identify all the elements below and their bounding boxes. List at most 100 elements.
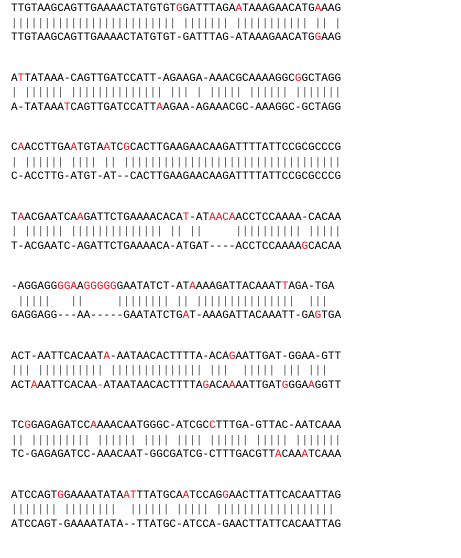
sequence-segment: TGTA [77,142,104,154]
match-line: ||||||||||||||||||||||||| ||||||| ||||||… [11,17,342,30]
sequence-segment: GGTT [314,379,342,392]
mismatch-base: G [24,420,31,432]
match-line: ||||| || |||||||| || ||||||||||||||| ||| [11,295,328,308]
mismatch-base: G [176,3,183,15]
subject-sequence-line: TC-GAGAGATCC-AAACAAT-GGCGATCG-CTTTGACGTT… [11,448,341,463]
subject-sequence-line: A-TATAAATCAGTTGATCCATTAAGAA-AGAAACGC-AAA… [11,101,341,116]
sequence-segment: ATCCAGT [11,489,58,502]
alignment-block: ATTATAAA-CAGTTGATCCATT-AGAAGA-AAACGCAAAA… [11,72,341,116]
mismatch-base: A [156,101,163,114]
sequence-segment: A-TATAAA [11,101,64,114]
sequence-segment: A [11,72,18,85]
sequence-segment: ACGAATCA [24,211,78,224]
sequence-segment: GAGAGATCC [30,420,91,432]
sequence-segment: T [11,211,18,224]
match-line: ||| |||||||||| |||||||||||||| ||| ||||| … [11,365,328,377]
sequence-segment: AAAGATTACAAAT [195,281,282,293]
sequence-segment: ACT-AATTCACAAT [11,350,104,363]
mismatch-base: GGGGG [83,281,117,293]
sequence-segment: GATTCTGAAAACACA [83,211,183,224]
sequence-segment: TTGTAAGCAGTTGAAAACTATGTGT-GATTTAG-ATAAAG… [11,32,315,44]
alignment-block: TCGGAGAGATCCAAAACAATGGGC-ATCGCCTTTGA-GTT… [11,419,341,463]
sequence-segment: AATTGAT-GGAA-GTT [235,350,342,363]
sequence-segment: GCTAGG [301,72,342,85]
sequence-segment: AACTTATTCACAATTAG [228,489,342,502]
subject-sequence-line: GAGGAGG---AA-----GAATATCTGAT-AAAGATTACAA… [11,309,341,324]
query-sequence-line: ATCCAGTGGAAAATATAATTTATGCAATCCAGGAACTTAT… [11,489,341,504]
sequence-segment: AAACAATGGGC-ATCGC [96,420,210,432]
sequence-segment: CAA [281,449,302,461]
mismatch-base: A [90,420,97,432]
sequence-segment: GATTTAGA [182,3,236,15]
sequence-segment: ATCCAGT-GAAAATATA--TTATGC-ATCCA-GAACTTAT… [11,518,342,531]
sequence-segment: T-ACGAATC-AGATTCTGAAAACA-ATGAT----ACCTCC… [11,240,302,253]
sequence-segment: TTTGA-GTTAC-AATCAAA [215,420,342,432]
subject-sequence-line: TTGTAAGCAGTTGAAAACTATGTGT-GATTTAG-ATAAAG… [11,31,341,46]
mismatch-base: C [209,420,216,432]
mismatch-base: A [308,379,315,392]
sequence-segment: CAGTTGATCCATT [70,101,157,114]
sequence-segment: GAGGAGG---AA-----GAATATCTG [11,310,183,322]
sequence-segment: TAAAGAACATG [242,3,315,15]
sequence-segment: C [11,142,18,154]
mismatch-base: AACA [209,211,236,224]
mismatch-base: G [57,489,64,502]
sequence-segment: TC-GAGAGATCC-AAACAAT-GGCGATCG-CTTTGACGTT [11,449,276,461]
sequence-segment: ATAATAACACTTTTA [103,379,203,392]
sequence-segment: GAAAATATA [63,489,124,502]
match-line: | |||||| |||| || |||||||||||||||||||||||… [11,156,342,169]
match-line: || ||||||||| |||||| |||| |||| |||||| |||… [11,434,342,447]
sequence-alignment: TTGTAAGCAGTTGAAAACTATGTGTGGATTTAGAATAAAG… [11,2,341,558]
sequence-segment: CACTTGAAGAACAAGATTTTATTCCGCGCCCG [129,142,342,154]
match-line: ||||||| |||||||| |||||| ||||| ||||||||||… [11,504,335,516]
subject-sequence-line: ACTAAATTCACAA-ATAATAACACTTTTAGACAAAATTGA… [11,379,341,394]
sequence-segment: GGA [288,379,309,392]
mismatch-base: A [189,281,196,293]
query-sequence-line: -AGGAGGGGAAGGGGGGAATATCT-ATAAAAGATTACAAA… [11,280,341,295]
alignment-block: ATCCAGTGGAAAATATAATTTATGCAATCCAGGAACTTAT… [11,489,341,533]
sequence-segment: AAG [321,32,342,44]
subject-sequence-line: T-ACGAATC-AGATTCTGAAAACA-ATGAT----ACCTCC… [11,240,341,255]
sequence-segment: AAG [321,3,342,15]
match-line: | |||||| |||||||||||||| || || ||||||||||… [11,226,342,238]
sequence-segment: TGA [321,310,342,322]
sequence-segment: A [77,281,84,293]
sequence-segment: ACT [11,379,31,392]
sequence-segment: CACAA [308,240,342,253]
sequence-segment: TTATGCA [136,489,183,502]
sequence-segment: TCAAA [308,449,342,461]
query-sequence-line: CAACCTTGAATGTAATCGCACTTGAAGAACAAGATTTTAT… [11,141,341,156]
query-sequence-line: ATTATAAA-CAGTTGATCCATT-AGAAGA-AAACGCAAAA… [11,72,341,87]
mismatch-base: G [123,142,130,154]
mismatch-base: A [77,211,84,224]
sequence-segment: -AGGAGG [11,281,58,293]
sequence-segment: AGAA-AGAAACGC-AAAGGC-GCTAGG [162,101,342,114]
sequence-segment: TTGTAAGCAGTTGAAAACTATGTGT [11,3,177,15]
mismatch-base: AT [123,489,137,502]
sequence-segment: TCCAG [189,489,223,502]
sequence-segment: GAATATCT-AT [116,281,190,293]
sequence-segment: C-ACCTTG-ATGT-AT--CACTTGAAGAACAAGATTTTAT… [11,171,342,183]
query-sequence-line: TCGGAGAGATCCAAAACAATGGGC-ATCGCCTTTGA-GTT… [11,419,341,434]
alignment-block: CAACCTTGAATGTAATCGCACTTGAAGAACAAGATTTTAT… [11,141,341,185]
alignment-block: TAACGAATCAAGATTCTGAAAACACAT-ATAACAACCTCC… [11,211,341,255]
mismatch-base: G [222,489,229,502]
sequence-segment: TC [11,420,25,432]
sequence-segment: ACA [209,379,229,392]
mismatch-base: A [275,449,282,461]
sequence-segment: AATTCACAA [37,379,97,392]
sequence-segment: -AATAACACTTTTA-ACA [110,350,229,363]
sequence-segment: TATAAA-CAGTTGATCCATT-AGAAGA-AAACGCAAAAGG… [24,72,295,85]
alignment-block: ACT-AATTCACAATA-AATAACACTTTTA-ACAGAATTGA… [11,350,341,394]
sequence-segment: AGA-TGA [288,281,335,293]
sequence-segment: ACCTCCAAAA-CACAA [235,211,342,224]
match-line: | |||||| |||||||||||||| ||| | ||||| ||||… [11,87,342,99]
query-sequence-line: TAACGAATCAAGATTCTGAAAACACAT-ATAACAACCTCC… [11,211,341,226]
sequence-segment: AATTGAT [235,379,282,392]
subject-sequence-line: C-ACCTTG-ATGT-AT--CACTTGAAGAACAAGATTTTAT… [11,170,341,185]
sequence-segment: T-AAAGATTACAAATT-GA [189,310,315,322]
alignment-block: -AGGAGGGGAAGGGGGGAATATCT-ATAAAAGATTACAAA… [11,280,341,324]
query-sequence-line: TTGTAAGCAGTTGAAAACTATGTGTGGATTTAGAATAAAG… [11,2,341,17]
mismatch-base: GGA [57,281,78,293]
sequence-segment: -AT [189,211,210,224]
